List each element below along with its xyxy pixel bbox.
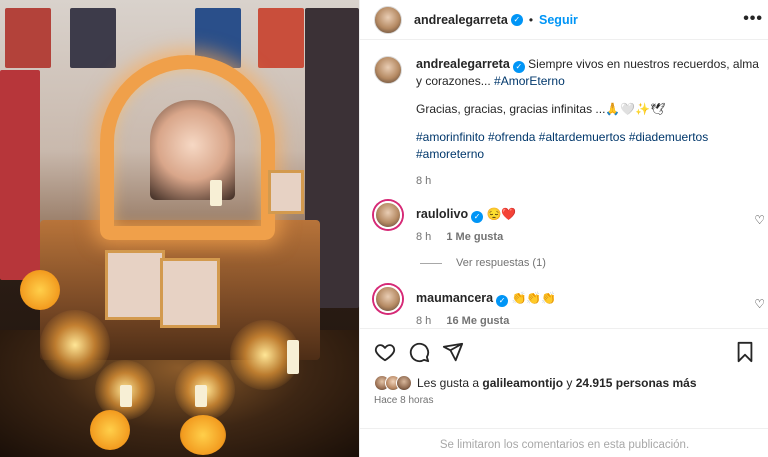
side-drape — [0, 70, 40, 280]
hashtag-link[interactable]: #diademuertos — [629, 130, 708, 144]
hashtag-link[interactable]: #ofrenda — [488, 130, 535, 144]
author-avatar[interactable] — [374, 5, 402, 34]
commenter-username[interactable]: raulolivo — [416, 207, 468, 221]
caption-line: Gracias, gracias, gracias infinitas ...🙏… — [416, 102, 666, 116]
comment: maumancera ✓ 👏👏👏 8 h 16 Me gusta ♡ — [374, 285, 768, 327]
comment-likes[interactable]: 16 Me gusta — [446, 315, 509, 327]
candle — [287, 340, 299, 374]
marigold — [20, 270, 60, 310]
more-icon[interactable]: ••• — [743, 10, 763, 28]
share-icon[interactable] — [442, 341, 464, 363]
hashtag-link[interactable]: #amoreterno — [416, 147, 484, 161]
comment-text: 👏👏👏 — [511, 291, 557, 305]
hashtag-link[interactable]: #AmorEterno — [494, 74, 565, 88]
comment-likes[interactable]: 1 Me gusta — [446, 231, 503, 243]
likes-count[interactable]: 24.915 personas más — [576, 376, 697, 390]
candle — [210, 180, 222, 206]
actions-bar: Les gusta a galileamontijo y 24.915 pers… — [360, 328, 768, 457]
posted-time[interactable]: Hace 8 horas — [374, 395, 433, 406]
likes-summary: Les gusta a galileamontijo y 24.915 pers… — [374, 375, 697, 391]
verified-badge-icon: ✓ — [512, 61, 525, 73]
likes-text: Les gusta a galileamontijo y 24.915 pers… — [417, 376, 697, 390]
photo-frame — [160, 258, 220, 328]
hashtag-link[interactable]: #amorinfinito — [416, 130, 485, 144]
portrait-photo — [150, 100, 235, 200]
commenter-username[interactable]: maumancera — [416, 291, 493, 305]
caption-username[interactable]: andrealegarreta — [416, 57, 510, 71]
author-username[interactable]: andrealegarreta — [414, 13, 508, 27]
verified-badge-icon: ✓ — [471, 211, 484, 223]
like-heart-icon[interactable] — [374, 341, 396, 363]
verified-badge-icon: ✓ — [510, 13, 523, 26]
commenter-avatar[interactable] — [374, 201, 402, 229]
caption: andrealegarreta ✓ Siempre vivos en nuestr… — [374, 56, 764, 190]
photo-frame — [268, 170, 304, 214]
candle-glow — [40, 310, 110, 380]
replies-divider — [420, 262, 442, 264]
candle — [195, 385, 207, 407]
liker-username[interactable]: galileamontijo — [482, 376, 563, 390]
marigold — [180, 415, 226, 455]
comment: raulolivo ✓ 😔❤️ 8 h 1 Me gusta ♡ — [374, 201, 768, 243]
like-comment-heart-icon[interactable]: ♡ — [754, 213, 765, 227]
comment-icon[interactable] — [408, 341, 430, 363]
follow-button[interactable]: Seguir — [539, 13, 578, 27]
save-bookmark-icon[interactable] — [735, 341, 755, 363]
liker-avatar[interactable] — [396, 375, 412, 391]
comments-limited-notice: Se limitaron los comentarios en esta pub… — [360, 428, 768, 451]
papel-picado-banner — [5, 8, 51, 68]
caption-avatar[interactable] — [374, 56, 402, 84]
papel-picado-banner — [258, 8, 304, 68]
separator-dot: • — [528, 12, 534, 27]
commenter-avatar[interactable] — [374, 285, 402, 313]
post-header: andrealegarreta ✓ • Seguir ••• — [360, 0, 768, 40]
caption-time[interactable]: 8 h — [416, 173, 764, 190]
view-replies-label: Ver respuestas (1) — [456, 257, 546, 269]
hashtag-link[interactable]: #altardemuertos — [539, 130, 626, 144]
view-replies-button[interactable]: Ver respuestas (1) — [420, 257, 546, 269]
photo-frame — [105, 250, 165, 320]
comment-time[interactable]: 8 h — [416, 231, 431, 243]
verified-badge-icon: ✓ — [496, 295, 509, 307]
comment-time[interactable]: 8 h — [416, 315, 431, 327]
post-panel: andrealegarreta ✓ • Seguir ••• andrealeg… — [359, 0, 768, 457]
like-comment-heart-icon[interactable]: ♡ — [754, 297, 765, 311]
papel-picado-banner — [70, 8, 116, 68]
comment-text: 😔❤️ — [486, 207, 517, 221]
marigold — [90, 410, 130, 450]
post-image[interactable] — [0, 0, 359, 457]
candle — [120, 385, 132, 407]
